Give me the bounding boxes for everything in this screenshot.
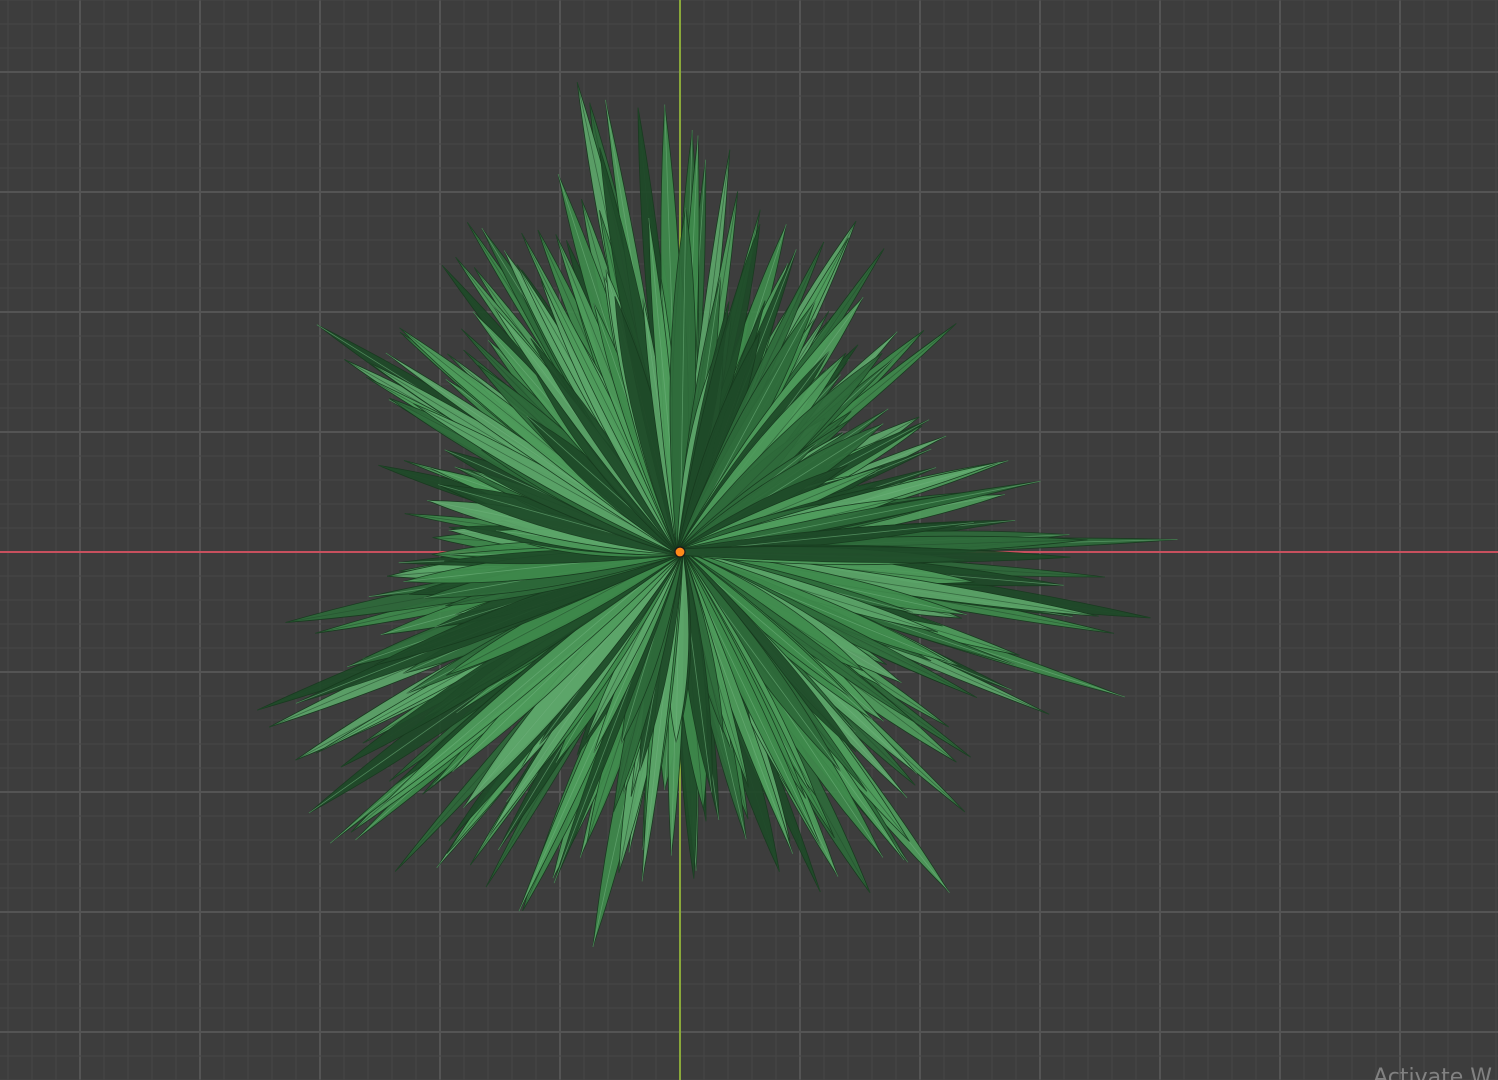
activation-watermark: Activate W [1373, 1065, 1492, 1080]
object-origin-dot [674, 546, 686, 558]
axis-overlay [674, 546, 686, 558]
3d-viewport[interactable]: Activate W [0, 0, 1498, 1080]
